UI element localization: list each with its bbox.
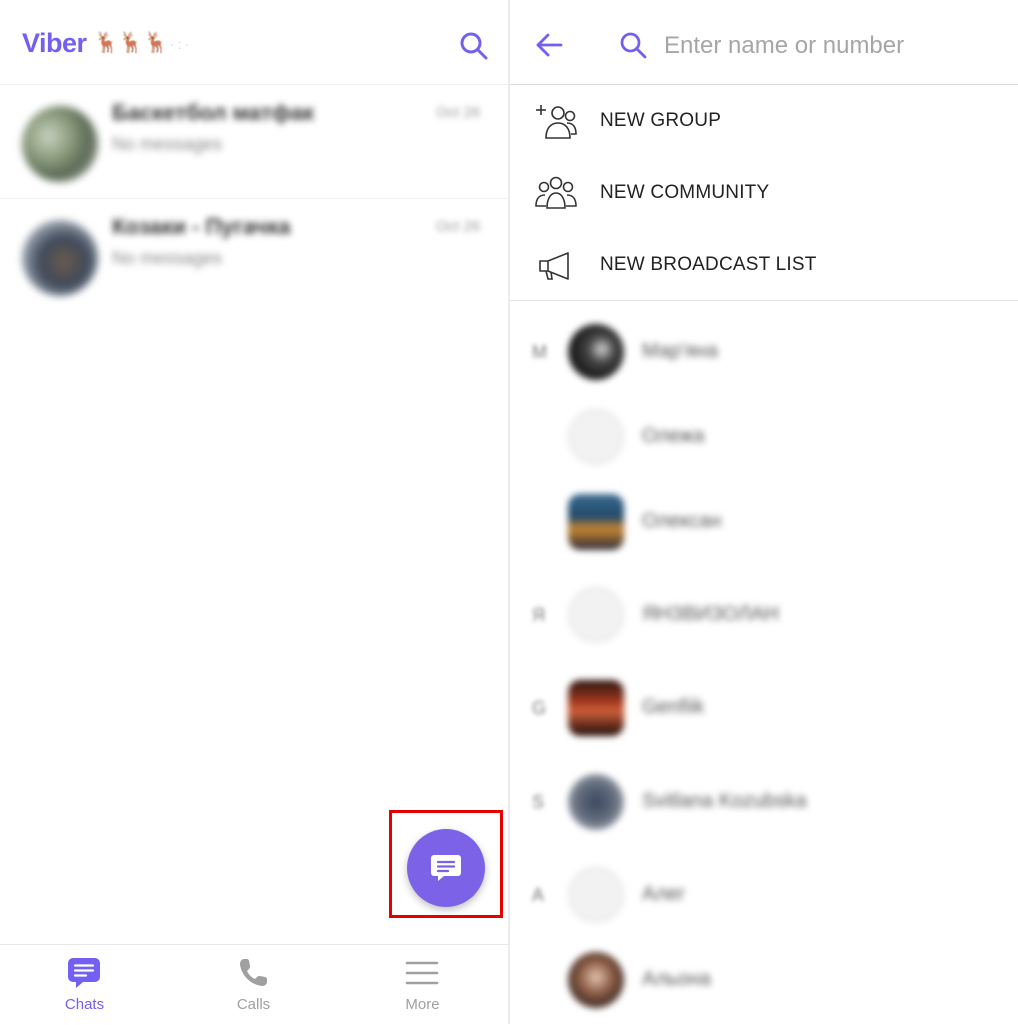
index-letter: Я — [532, 605, 545, 625]
nav-more-label: More — [405, 996, 440, 1013]
compose-chat-button[interactable] — [407, 829, 485, 907]
index-letter: М — [532, 342, 547, 362]
contact-list-item[interactable]: Олексан — [510, 486, 1018, 566]
contact-avatar — [568, 324, 624, 380]
contact-name: Альона — [642, 968, 711, 990]
contact-list-item[interactable]: Альона — [510, 944, 1018, 1024]
snow-decoration-icon: ·:· — [170, 36, 193, 52]
chat-date: Oct 26 — [436, 104, 481, 121]
contact-avatar — [568, 952, 624, 1008]
chat-avatar — [22, 220, 98, 296]
contact-name: Svitlana Kozubska — [642, 790, 807, 812]
chat-preview: No messages — [112, 134, 223, 154]
nav-calls[interactable]: Calls — [169, 945, 338, 1025]
nav-chats-label: Chats — [64, 996, 105, 1013]
menu-icon — [405, 961, 439, 985]
contact-list-item[interactable]: Я ЯНЗВИЗОЛАН — [510, 579, 1018, 659]
chat-preview: No messages — [112, 248, 223, 268]
new-group-label: NEW GROUP — [600, 110, 722, 131]
megaphone-icon — [539, 252, 569, 280]
contact-avatar — [568, 680, 624, 736]
contact-name: ЯНЗВИЗОЛАН — [642, 603, 779, 625]
contact-list-item[interactable]: А Алег — [510, 859, 1018, 939]
contact-list-item[interactable]: Олежа — [510, 401, 1018, 481]
contact-list-item[interactable]: G Genfiik — [510, 672, 1018, 752]
new-chat-screen: NEW GROUP NEW COMMUNITY NEW BROADCAST LI… — [510, 0, 1018, 1024]
contact-name: Олексан — [642, 510, 722, 532]
contact-avatar-placeholder — [568, 587, 624, 643]
compose-chat-icon — [431, 855, 461, 881]
chats-icon — [68, 958, 100, 988]
chat-list-item[interactable]: Козаки - Пугачка No messages Oct 26 — [0, 200, 508, 312]
contact-list-item[interactable]: М Мар'яна — [510, 316, 1018, 396]
nav-more[interactable]: More — [338, 945, 507, 1025]
chat-avatar — [22, 106, 98, 182]
new-chat-header — [510, 0, 1018, 85]
community-icon — [535, 176, 577, 209]
chat-divider — [0, 198, 508, 199]
new-community-label: NEW COMMUNITY — [600, 182, 770, 203]
new-group-button[interactable]: NEW GROUP — [510, 86, 1018, 158]
index-letter: G — [532, 698, 547, 718]
search-icon — [620, 32, 647, 59]
contact-avatar — [568, 494, 624, 550]
contact-avatar-placeholder — [568, 867, 624, 923]
contact-name: Мар'яна — [642, 340, 718, 362]
contact-name: Алег — [642, 883, 686, 905]
contact-name: Genfiik — [642, 696, 705, 718]
search-icon[interactable] — [458, 30, 490, 62]
section-divider — [510, 300, 1018, 301]
new-broadcast-label: NEW BROADCAST LIST — [600, 254, 817, 275]
chat-name: Козаки - Пугачка — [112, 214, 291, 239]
holiday-decoration-icon: 🦌🦌🦌 — [94, 32, 169, 54]
contact-avatar — [568, 774, 624, 830]
viber-logo: Viber — [22, 28, 87, 58]
nav-chats[interactable]: Chats — [0, 945, 169, 1025]
chat-name: Баскетбол матфак — [112, 100, 315, 125]
contact-search-input[interactable] — [662, 24, 1006, 68]
chat-list-item[interactable]: Баскетбол матфак No messages Oct 26 — [0, 86, 508, 198]
contact-name: Олежа — [642, 425, 705, 447]
arrow-left-icon[interactable] — [534, 30, 564, 60]
new-community-button[interactable]: NEW COMMUNITY — [510, 158, 1018, 230]
add-group-icon — [536, 105, 577, 139]
chats-screen: Viber 🦌🦌🦌 ·:· Баскетбол матфак No messag… — [0, 0, 508, 1025]
bottom-navigation: Chats Calls More — [0, 944, 508, 1025]
phone-icon — [240, 959, 267, 986]
index-letter: А — [532, 885, 545, 905]
chats-header: Viber 🦌🦌🦌 ·:· — [0, 0, 508, 85]
contact-avatar-placeholder — [568, 409, 624, 465]
nav-calls-label: Calls — [236, 996, 271, 1013]
new-broadcast-list-button[interactable]: NEW BROADCAST LIST — [510, 230, 1018, 302]
contact-list-item[interactable]: S Svitlana Kozubska — [510, 766, 1018, 846]
index-letter: S — [532, 792, 545, 812]
chat-date: Oct 26 — [436, 218, 481, 235]
